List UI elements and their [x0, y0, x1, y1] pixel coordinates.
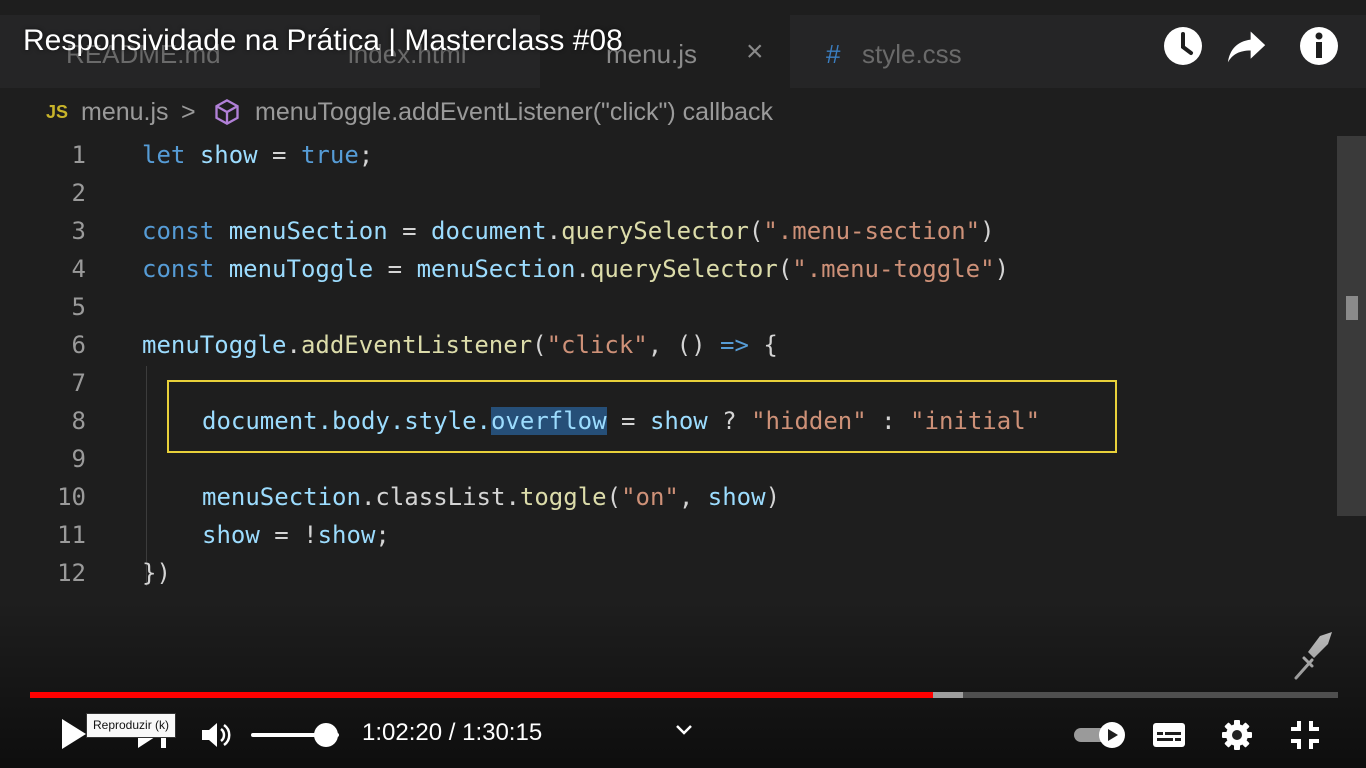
clock-icon [1164, 27, 1202, 65]
line-number: 6 [71, 331, 86, 359]
scrollbar-thumb [1346, 296, 1358, 320]
gear-icon [1222, 720, 1252, 750]
editor-scrollbar [1337, 136, 1366, 516]
code-content: const menuSection = document.querySelect… [142, 217, 995, 245]
watch-later-button[interactable] [1163, 26, 1203, 66]
info-icon [1300, 27, 1338, 65]
code-content: }) [142, 559, 171, 587]
breadcrumb-file: menu.js [81, 98, 169, 126]
line-number: 10 [57, 483, 86, 511]
editor-tab-style-css: # style.css [790, 15, 1045, 88]
line-number: 12 [57, 559, 86, 587]
line-number: 5 [71, 293, 86, 321]
line-number: 4 [71, 255, 86, 283]
code-line: 11 show = !show; [0, 516, 1300, 554]
line-number: 3 [71, 217, 86, 245]
editor-tab-label: style.css [862, 39, 962, 69]
video-title[interactable]: Responsividade na Prática | Masterclass … [23, 24, 623, 58]
breadcrumb-symbol: menuToggle.addEventListener("click") cal… [255, 98, 774, 126]
code-line: 6 menuToggle.addEventListener("click", (… [0, 326, 1300, 364]
code-line: 12 }) [0, 554, 1300, 592]
code-content: let show = true; [142, 141, 374, 169]
breadcrumb: JS menu.js > menuToggle.addEventListener… [0, 96, 1366, 132]
code-content: menuToggle.addEventListener("click", () … [142, 331, 778, 359]
subtitles-button[interactable] [1150, 718, 1188, 752]
highlight-box [167, 380, 1117, 453]
exit-fullscreen-button[interactable] [1286, 716, 1324, 754]
tab-close-icon: × [746, 35, 764, 68]
code-line: 3 const menuSection = document.querySele… [0, 212, 1300, 250]
code-line: 4 const menuToggle = menuSection.querySe… [0, 250, 1300, 288]
share-button[interactable] [1227, 26, 1267, 66]
volume-icon [202, 723, 231, 747]
line-number: 2 [71, 179, 86, 207]
code-content: menuSection.classList.toggle("on", show) [202, 483, 781, 511]
js-file-icon: JS [46, 102, 69, 122]
code-line: 5 [0, 288, 1300, 326]
tooltip: Reproduzir (k) [86, 713, 177, 738]
line-number: 1 [71, 141, 86, 169]
code-line: 10 menuSection.classList.toggle("on", sh… [0, 478, 1300, 516]
symbol-method-icon [215, 98, 239, 126]
line-number: 8 [71, 407, 86, 435]
line-number: 7 [71, 369, 86, 397]
autoplay-toggle-icon [1074, 722, 1125, 748]
line-number: 11 [57, 521, 86, 549]
breadcrumb-separator: > [181, 98, 196, 126]
settings-button[interactable] [1218, 716, 1256, 754]
chapters-button[interactable] [672, 720, 696, 740]
mute-button[interactable] [198, 716, 234, 754]
time-display: 1:02:20 / 1:30:15 [362, 719, 542, 747]
current-time: 1:02:20 [362, 719, 443, 746]
code-line: 1 let show = true; [0, 136, 1300, 174]
share-icon [1227, 31, 1266, 63]
autoplay-toggle[interactable] [1072, 720, 1128, 750]
info-button[interactable] [1299, 26, 1339, 66]
volume-slider-handle[interactable] [313, 723, 338, 747]
css-hash-icon: # [826, 39, 841, 69]
subtitles-icon [1153, 723, 1185, 747]
play-icon [62, 719, 86, 749]
chevron-down-icon [676, 725, 692, 735]
duration: 1:30:15 [462, 719, 543, 746]
line-number: 9 [71, 445, 86, 473]
code-content: const menuToggle = menuSection.querySele… [142, 255, 1010, 283]
progress-played [30, 692, 934, 698]
time-separator: / [442, 719, 463, 746]
code-line: 2 [0, 174, 1300, 212]
exit-fullscreen-icon [1291, 721, 1319, 749]
code-content: show = !show; [202, 521, 390, 549]
progress-bar[interactable] [30, 692, 1338, 698]
